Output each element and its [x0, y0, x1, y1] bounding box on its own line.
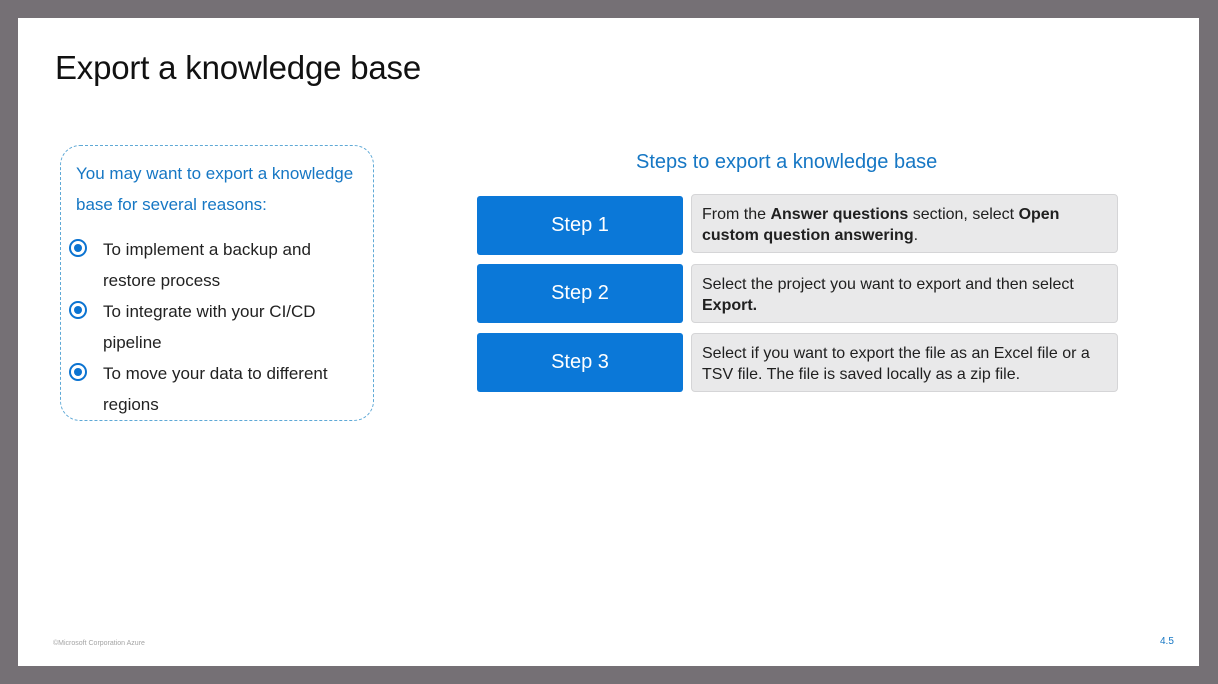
reasons-intro: You may want to export a knowledge base … [76, 164, 354, 214]
reason-text: To implement a backup and restore proces… [103, 240, 311, 290]
step-text: . [913, 227, 919, 244]
slide: Export a knowledge base You may want to … [18, 18, 1199, 666]
step-3-description: Select if you want to export the file as… [691, 333, 1118, 392]
step-1-description: From the Answer questions section, selec… [691, 194, 1118, 253]
step-2-description: Select the project you want to export an… [691, 264, 1118, 323]
radio-bullet-icon [69, 301, 87, 319]
footer-copyright: ©Microsoft Corporation Azure [53, 640, 145, 647]
steps-heading: Steps to export a knowledge base [636, 151, 938, 173]
step-text: Select the project you want to export an… [702, 276, 1074, 293]
page-number: 4.5 [1160, 636, 1174, 647]
step-text: From the [702, 206, 771, 223]
step-text-bold: Answer questions [770, 206, 909, 223]
step-1-label: Step 1 [477, 196, 683, 255]
step-text: Select if you want to export the file as… [702, 345, 1090, 383]
radio-bullet-icon [69, 239, 87, 257]
reasons-callout: You may want to export a knowledge base … [60, 145, 374, 421]
step-3-label: Step 3 [477, 333, 683, 392]
reason-text: To integrate with your CI/CD pipeline [103, 302, 316, 352]
slide-title: Export a knowledge base [55, 49, 421, 86]
reason-text: To move your data to different regions [103, 364, 328, 414]
step-text-bold: Export. [702, 297, 758, 314]
step-2-label: Step 2 [477, 264, 683, 323]
step-text: section, select [908, 206, 1019, 223]
radio-bullet-icon [69, 363, 87, 381]
